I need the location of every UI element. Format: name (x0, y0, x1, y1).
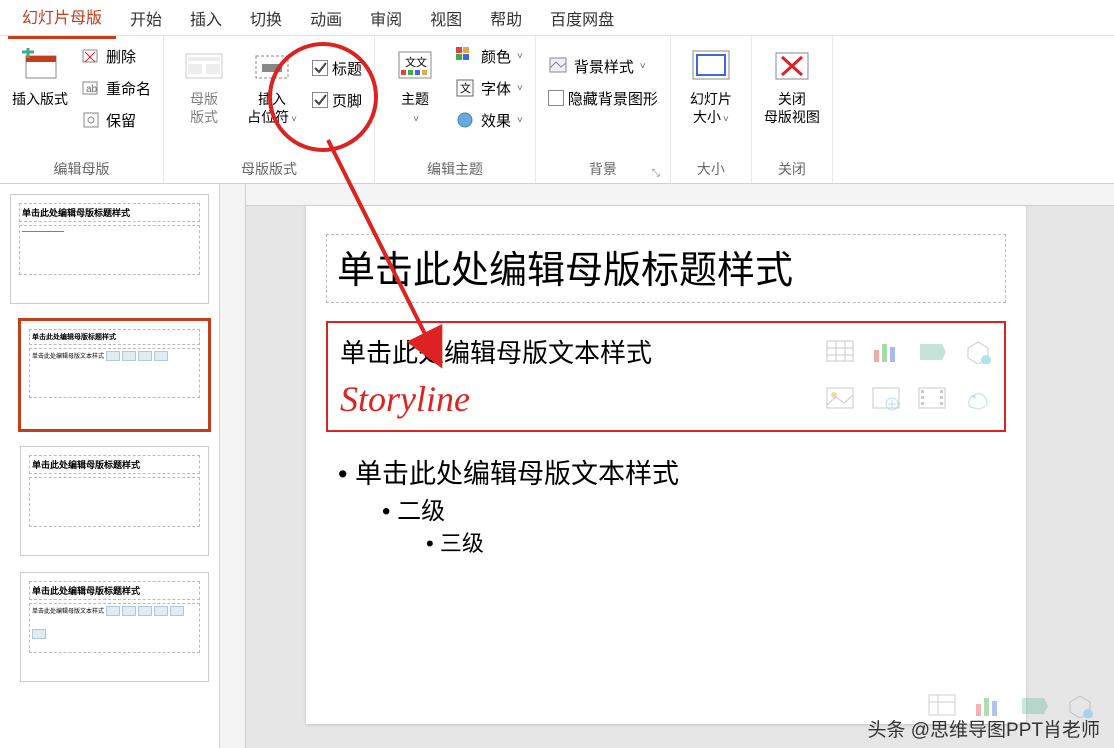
tab-baidu[interactable]: 百度网盘 (536, 0, 628, 38)
chevron-down-icon: ˅ (413, 114, 419, 125)
content-placeholder-highlighted[interactable]: 单击此处编辑母版文本样式 Storyline (326, 321, 1006, 432)
bg-styles-button[interactable]: 背景样式˅ (544, 50, 662, 82)
colors-icon (455, 45, 477, 67)
title-checkbox[interactable]: 标题 (308, 52, 366, 84)
smartart-icon[interactable] (918, 340, 946, 364)
delete-icon (80, 45, 102, 67)
picture-icon[interactable] (826, 387, 854, 411)
group-label-background: 背景⤡ (544, 155, 662, 181)
checkbox-icon (312, 92, 328, 108)
ribbon: 插入版式 删除 ab 重命名 保留 编辑母版 (0, 36, 1114, 184)
tab-animations[interactable]: 动画 (296, 0, 356, 38)
bullet-level-1: 单击此处编辑母版文本样式 (338, 452, 1006, 491)
group-label-close: 关闭 (760, 155, 824, 181)
ribbon-tabs: 幻灯片母版 开始 插入 切换 动画 审阅 视图 帮助 百度网盘 (0, 0, 1114, 36)
slide-master[interactable]: 单击此处编辑母版标题样式 单击此处编辑母版文本样式 Storyline (306, 204, 1026, 724)
slide-size-icon (691, 46, 731, 86)
group-size: 幻灯片 大小˅ 大小 (671, 36, 752, 183)
tab-insert[interactable]: 插入 (176, 0, 236, 38)
checkbox-icon (312, 60, 328, 76)
layout-thumbnail[interactable]: 单击此处编辑母版标题样式 单击此处编辑母版文本样式 (20, 572, 209, 682)
group-label-size: 大小 (679, 155, 743, 181)
group-edit-theme: 文文 主题˅ 颜色˅ 文 字体˅ 效果˅ 编辑主题 (375, 36, 536, 183)
bg-styles-icon (548, 55, 570, 77)
thumbnail-pane[interactable]: 单击此处编辑母版标题样式 —————— 单击此处编辑母版标题样式 单击此处编辑母… (0, 184, 220, 748)
effects-icon (455, 109, 477, 131)
title-placeholder[interactable]: 单击此处编辑母版标题样式 (326, 234, 1006, 303)
group-master-layout: 母版 版式 插入 占位符˅ 标题 页脚 母版版式 (164, 36, 375, 183)
rename-button[interactable]: ab 重命名 (76, 72, 155, 104)
slide-canvas[interactable]: 单击此处编辑母版标题样式 单击此处编辑母版文本样式 Storyline (246, 184, 1114, 748)
chevron-down-icon: ˅ (517, 83, 523, 94)
master-layout-button[interactable]: 母版 版式 (172, 40, 236, 132)
group-background: 背景样式˅ 隐藏背景图形 背景⤡ (536, 36, 671, 183)
bullet-level-3: 三级 (338, 526, 1006, 558)
content-text: 单击此处编辑母版文本样式 (340, 333, 652, 370)
insert-layout-button[interactable]: 插入版式 (8, 40, 72, 114)
preserve-icon (80, 109, 102, 131)
chart-icon[interactable] (872, 340, 900, 364)
layout-thumbnail-selected[interactable]: 单击此处编辑母版标题样式 单击此处编辑母版文本样式 (20, 320, 209, 430)
group-close: 关闭 母版视图 关闭 (752, 36, 833, 183)
tab-transitions[interactable]: 切换 (236, 0, 296, 38)
table-icon[interactable] (826, 340, 854, 364)
insert-placeholder-icon (252, 46, 292, 86)
svg-text:ab: ab (86, 84, 98, 95)
watermark: 头条 @思维导图PPT肖老师 (867, 715, 1100, 742)
themes-button[interactable]: 文文 主题˅ (383, 40, 447, 132)
tab-review[interactable]: 审阅 (356, 0, 416, 38)
slide-size-button[interactable]: 幻灯片 大小˅ (679, 40, 743, 132)
tab-home[interactable]: 开始 (116, 0, 176, 38)
tab-help[interactable]: 帮助 (476, 0, 536, 38)
footer-checkbox[interactable]: 页脚 (308, 84, 366, 116)
rename-icon: ab (80, 77, 102, 99)
chevron-down-icon: ˅ (517, 51, 523, 62)
group-label-edit-theme: 编辑主题 (383, 155, 527, 181)
storyline-text: Storyline (340, 378, 470, 420)
themes-icon: 文文 (395, 46, 435, 86)
tab-slide-master[interactable]: 幻灯片母版 (8, 0, 116, 39)
fonts-icon: 文 (455, 77, 477, 99)
chevron-down-icon: ˅ (291, 114, 297, 125)
svg-text:文文: 文文 (405, 55, 427, 69)
dialog-launcher-icon[interactable]: ⤡ (652, 168, 660, 179)
vertical-ruler (220, 184, 246, 748)
video-icon[interactable] (918, 387, 946, 411)
group-label-master-layout: 母版版式 (172, 155, 366, 181)
group-edit-master: 插入版式 删除 ab 重命名 保留 编辑母版 (0, 36, 164, 183)
master-layout-icon (184, 46, 224, 86)
effects-button[interactable]: 效果˅ (451, 104, 527, 136)
delete-button[interactable]: 删除 (76, 40, 155, 72)
colors-button[interactable]: 颜色˅ (451, 40, 527, 72)
close-icon (772, 46, 812, 86)
chevron-down-icon: ˅ (723, 114, 729, 125)
group-label-edit-master: 编辑母版 (8, 155, 155, 181)
online-picture-icon[interactable] (872, 387, 900, 411)
checkbox-icon (548, 90, 564, 106)
chevron-down-icon: ˅ (640, 61, 646, 72)
workspace: 单击此处编辑母版标题样式 —————— 单击此处编辑母版标题样式 单击此处编辑母… (0, 184, 1114, 748)
close-master-button[interactable]: 关闭 母版视图 (760, 40, 824, 132)
preserve-button[interactable]: 保留 (76, 104, 155, 136)
tab-view[interactable]: 视图 (416, 0, 476, 38)
insert-layout-icon (20, 46, 60, 86)
icon-insert-icon[interactable] (964, 387, 992, 411)
master-thumbnail[interactable]: 单击此处编辑母版标题样式 —————— (10, 194, 209, 304)
horizontal-ruler (246, 184, 1114, 206)
layout-thumbnail[interactable]: 单击此处编辑母版标题样式 (20, 446, 209, 556)
insert-placeholder-button[interactable]: 插入 占位符˅ (240, 40, 304, 132)
fonts-button[interactable]: 文 字体˅ (451, 72, 527, 104)
svg-text:文: 文 (460, 81, 471, 95)
text-placeholder[interactable]: 单击此处编辑母版文本样式 二级 三级 (326, 452, 1006, 558)
3d-icon[interactable] (964, 340, 992, 364)
chevron-down-icon: ˅ (517, 115, 523, 126)
hide-bg-checkbox[interactable]: 隐藏背景图形 (544, 82, 662, 114)
bullet-level-2: 二级 (338, 491, 1006, 526)
